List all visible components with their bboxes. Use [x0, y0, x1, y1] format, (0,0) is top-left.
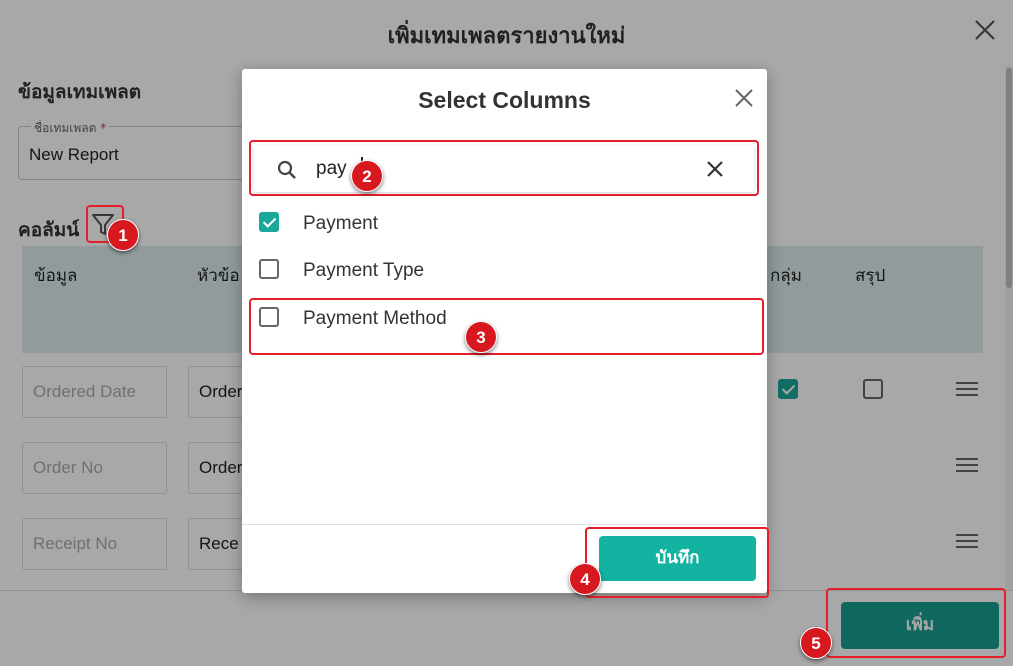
modal-title: Select Columns	[418, 87, 591, 113]
option-label: Payment	[303, 213, 378, 234]
close-icon[interactable]	[733, 87, 755, 109]
column-option-payment[interactable]: Payment	[258, 208, 748, 238]
step-badge: 2	[351, 160, 383, 192]
step-badge: 3	[465, 321, 497, 353]
highlight-payment-method	[249, 298, 764, 355]
highlight-search	[249, 140, 759, 196]
highlight-add	[826, 588, 1006, 658]
column-option-payment-type[interactable]: Payment Type	[258, 255, 748, 285]
step-badge: 4	[569, 563, 601, 595]
option-checkbox[interactable]	[259, 212, 279, 232]
option-label: Payment Type	[303, 260, 425, 281]
modal-footer-divider	[242, 524, 767, 525]
option-checkbox[interactable]	[259, 259, 279, 279]
highlight-save	[585, 527, 769, 598]
step-badge: 1	[107, 219, 139, 251]
step-badge: 5	[800, 627, 832, 659]
